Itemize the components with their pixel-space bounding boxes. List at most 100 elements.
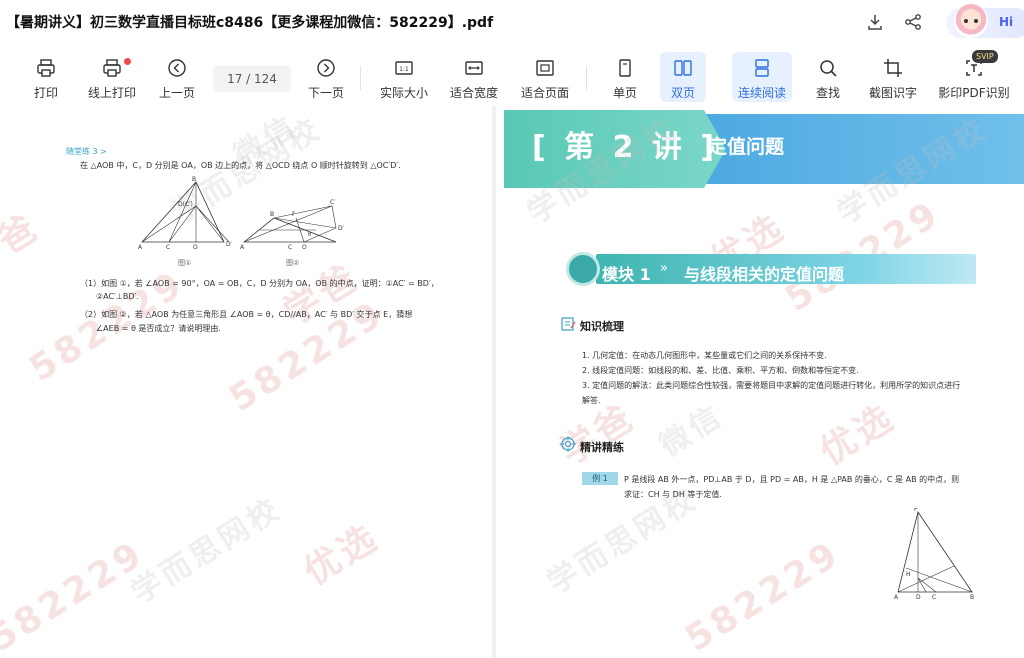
geometry-figure-2: B F C′ D′ A C O θ (240, 199, 345, 251)
fit-page-button[interactable]: 适合页面 (518, 52, 572, 102)
svg-text:A: A (894, 594, 899, 600)
download-icon[interactable] (864, 11, 886, 33)
svg-text:1:1: 1:1 (399, 66, 409, 73)
fit-width-button[interactable]: 适合宽度 (447, 52, 501, 102)
example-line-2: 求证：CH 与 DH 等于定值. (624, 490, 722, 499)
watermark: 582229 (0, 532, 152, 658)
toolbar-divider (360, 66, 361, 90)
chevron-right-icon (317, 59, 335, 77)
pdf-page-right: [ 第 2 讲 ] 定值问题 优选 582229 学爸 学而思网校 学而思网校 … (496, 106, 1024, 658)
double-page-button[interactable]: 双页 (660, 52, 706, 102)
example-tag: 例 1 (582, 472, 618, 485)
knowledge-item: 1. 几何定值：在动态几何图形中，某些量或它们之间的关系保持不变. (582, 351, 827, 360)
svg-text:A: A (240, 244, 245, 251)
prev-page-button[interactable]: 上一页 (154, 52, 200, 102)
module-title: 与线段相关的定值问题 (684, 265, 845, 284)
svg-text:C′: C′ (330, 199, 336, 206)
svg-text:C: C (932, 594, 936, 600)
online-print-button[interactable]: 线上打印 (84, 52, 140, 102)
practice-heading: 精讲精练 (580, 441, 624, 454)
svg-text:D(C′): D(C′) (178, 201, 193, 208)
svg-text:B: B (270, 211, 274, 218)
toolbar: 打印 线上打印 上一页 17 / 124 下一页 1:1 实际大小 适合宽度 适… (0, 44, 1024, 106)
toolbar-divider (586, 66, 587, 90)
watermark: 582229 (678, 532, 848, 658)
prev-page-label: 上一页 (158, 86, 195, 100)
title-bar: 【暑期讲义】初三数学直播目标班c8486【更多课程加微信：582229】.pdf… (0, 0, 1024, 44)
knowledge-item: 3. 定值问题的解法：此类问题综合性较强，需要将题目中求解的定值问题进行转化，利… (582, 381, 961, 390)
module-header: 模块 1 » 与线段相关的定值问题 (566, 252, 976, 286)
online-printer-icon (103, 59, 121, 77)
fit-width-icon (465, 61, 483, 75)
svg-text:D′: D′ (338, 225, 345, 232)
problem-intro: 在 △AOB 中，C，D 分别是 OA，OB 边上的点，将 △OCD 绕点 O … (80, 161, 401, 170)
pdf-ocr-label: 影印PDF识别 (938, 86, 1010, 100)
document-viewer[interactable]: 学爸 582229 学而思网校 微信 582229 学爸 学而思网校 优选 58… (0, 106, 1024, 658)
assistant-avatar[interactable] (954, 4, 988, 38)
practice-heading: 随堂练 3 > (66, 147, 107, 156)
svg-text:O: O (193, 244, 198, 250)
watermark: 微信 (653, 398, 730, 464)
question-1-line-2: ②AC′⊥BD′. (96, 292, 139, 301)
svg-text:H: H (906, 571, 911, 578)
svg-text:F: F (292, 211, 296, 218)
geometry-figure-1: B D(C′) A C O D′ (138, 176, 233, 250)
svg-text:P: P (914, 508, 918, 513)
crop-icon (884, 59, 902, 77)
find-label: 查找 (815, 86, 840, 100)
screenshot-ocr-button[interactable]: 截图识字 (864, 52, 922, 102)
actual-size-label: 实际大小 (379, 86, 428, 100)
search-icon (820, 60, 837, 77)
print-label: 打印 (33, 86, 58, 100)
geometry-figure-example: P H A D C B (894, 508, 974, 600)
svg-text:D′: D′ (226, 241, 233, 248)
svip-badge: SVIP (972, 50, 998, 63)
figure-2-caption: 图② (286, 259, 300, 267)
figure-1-caption: 图① (178, 259, 192, 267)
continuous-icon (755, 59, 769, 77)
share-icon[interactable] (902, 11, 924, 33)
double-page-label: 双页 (670, 86, 695, 100)
printer-icon (37, 59, 55, 77)
fit-page-label: 适合页面 (520, 86, 569, 100)
pdf-page-left: 学爸 582229 学而思网校 微信 582229 学爸 学而思网校 优选 58… (0, 106, 492, 658)
notebook-icon (561, 317, 576, 331)
find-button[interactable]: 查找 (806, 52, 850, 102)
question-1-line-1: （1）如图 ①，若 ∠AOB = 90°，OA = OB，C，D 分别为 OA，… (80, 279, 439, 288)
question-2-line-2: ∠AEB = θ 是否成立？请说明理由. (96, 324, 221, 333)
watermark: 学爸 (0, 206, 47, 284)
single-page-label: 单页 (612, 86, 637, 100)
module-arrow-icon: » (660, 261, 668, 276)
print-button[interactable]: 打印 (22, 52, 70, 102)
module-label: 模块 1 (602, 265, 651, 284)
page-indicator[interactable]: 17 / 124 (213, 66, 291, 92)
watermark: 优选 (813, 396, 903, 474)
fit-width-label: 适合宽度 (449, 86, 498, 100)
svg-text:C: C (166, 244, 170, 250)
single-page-icon (619, 59, 631, 77)
continuous-reading-button[interactable]: 连续阅读 (732, 52, 792, 102)
double-page-icon (674, 60, 692, 76)
screenshot-ocr-label: 截图识字 (868, 86, 917, 100)
svg-text:θ: θ (308, 232, 311, 238)
lecture-banner: [ 第 2 讲 ] 定值问题 (496, 106, 1024, 190)
svg-text:B: B (970, 594, 974, 600)
document-title: 【暑期讲义】初三数学直播目标班c8486【更多课程加微信：582229】.pdf (6, 15, 494, 31)
chevron-left-icon (168, 59, 186, 77)
assistant-greeting[interactable]: Hi (999, 15, 1013, 29)
example-line-1: P 是线段 AB 外一点，PD⊥AB 于 D，且 PD = AB，H 是 △PA… (624, 475, 960, 484)
target-icon (560, 436, 576, 452)
lecture-title: 定值问题 (708, 136, 785, 158)
svg-text:A: A (138, 244, 143, 250)
module-badge-icon (566, 252, 600, 286)
online-print-label: 线上打印 (87, 86, 136, 100)
svg-text:D: D (916, 594, 921, 600)
one-to-one-icon: 1:1 (395, 61, 413, 75)
next-page-button[interactable]: 下一页 (303, 52, 349, 102)
svg-text:O: O (302, 244, 307, 251)
knowledge-item: 2. 线段定值问题：如线段的和、差、比值、乘积、平方和、倒数和等恒定不变. (582, 366, 859, 375)
next-page-label: 下一页 (307, 86, 344, 100)
svg-text:C: C (288, 244, 292, 251)
actual-size-button[interactable]: 1:1 实际大小 (377, 52, 431, 102)
single-page-button[interactable]: 单页 (602, 52, 648, 102)
